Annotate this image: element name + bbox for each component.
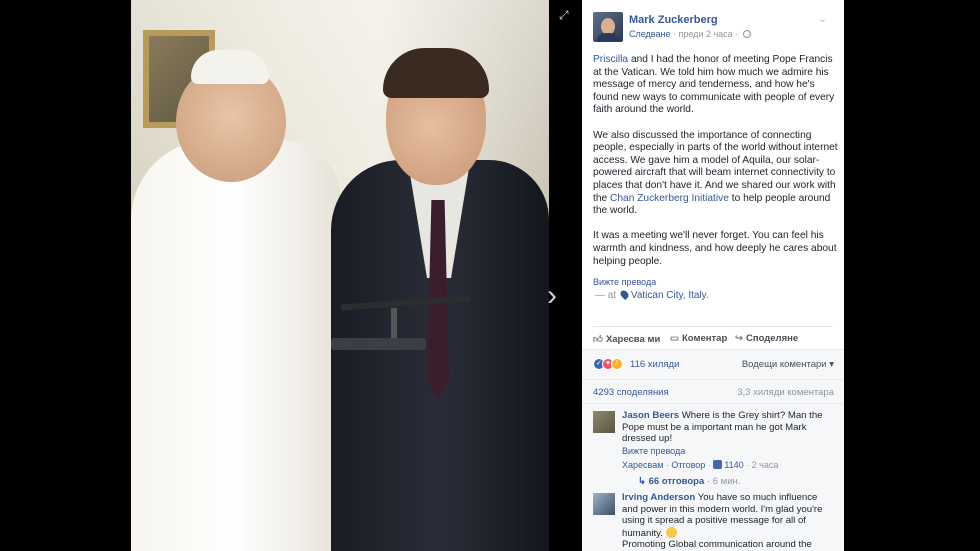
comment-avatar[interactable] bbox=[593, 493, 615, 515]
wow-reaction-icon: ! bbox=[611, 358, 623, 370]
post-header: Mark Zuckerberg Следване · преди 2 часа … bbox=[582, 0, 844, 48]
comment-avatar[interactable] bbox=[593, 411, 615, 433]
reaction-count[interactable]: 116 хиляди bbox=[630, 359, 679, 370]
expand-icon[interactable]: ⤢ bbox=[559, 9, 571, 21]
author-name[interactable]: Mark Zuckerberg bbox=[629, 14, 718, 26]
post-paragraph-2: We also discussed the importance of conn… bbox=[593, 130, 838, 218]
shares-count[interactable]: 4293 споделяния bbox=[593, 387, 669, 398]
shares-row: 4293 споделяния 3,3 хиляди коментара bbox=[582, 379, 844, 403]
comment-text-continued: Promoting Global communication around th… bbox=[622, 539, 821, 551]
post-panel: Mark Zuckerberg Следване · преди 2 часа … bbox=[582, 0, 844, 551]
post-timestamp[interactable]: преди 2 часа bbox=[679, 29, 733, 39]
scrollbar[interactable] bbox=[844, 0, 848, 551]
location-link[interactable]: Vatican City, Italy. bbox=[631, 290, 709, 301]
smile-emoji-icon bbox=[665, 526, 677, 538]
comment-button[interactable]: ▭ Коментар bbox=[670, 333, 727, 344]
tagged-user-link[interactable]: Priscilla bbox=[593, 54, 628, 65]
top-comments-label: Водещи коментари bbox=[741, 359, 827, 370]
globe-icon bbox=[742, 30, 751, 38]
aircraft-model bbox=[331, 295, 472, 350]
footer-separator: · bbox=[743, 460, 752, 470]
comment-like-count[interactable]: 1140 bbox=[724, 460, 743, 470]
commenter-name[interactable]: Irving Anderson bbox=[622, 492, 695, 503]
footer-separator: · bbox=[705, 460, 714, 470]
avatar[interactable] bbox=[593, 12, 623, 42]
czi-link[interactable]: Chan Zuckerberg Initiative bbox=[610, 193, 729, 204]
post-photo[interactable] bbox=[131, 0, 549, 551]
comments-count[interactable]: 3,3 хиляди коментара bbox=[737, 387, 834, 398]
commenter-name[interactable]: Jason Beers bbox=[622, 410, 679, 421]
post-paragraph-1: Priscilla and I had the honor of meeting… bbox=[593, 54, 838, 117]
meta-separator: · bbox=[735, 29, 741, 39]
replies-count: 66 отговора bbox=[648, 476, 705, 487]
post-text: Priscilla and I had the honor of meeting… bbox=[593, 54, 838, 281]
share-label: Споделяне bbox=[745, 333, 799, 344]
avatar-body bbox=[596, 33, 620, 42]
footer-separator: · bbox=[704, 476, 713, 487]
location-pin-icon bbox=[618, 288, 631, 301]
pope-cassock bbox=[131, 140, 341, 551]
comment-icon: ▭ bbox=[670, 333, 679, 344]
see-translation-link[interactable]: Вижте превода bbox=[593, 277, 656, 287]
aircraft-base bbox=[331, 338, 426, 350]
comment-like-button[interactable]: Харесвам bbox=[622, 460, 663, 470]
thumbs-up-icon: 👍︎ bbox=[593, 334, 603, 345]
reply-arrow-icon: ↳ bbox=[638, 476, 649, 487]
chevron-right-icon[interactable]: › bbox=[547, 276, 569, 316]
action-bar: 👍︎ Харесва ми ▭ Коментар ↪ Споделяне bbox=[593, 326, 833, 348]
comment-body: Jason Beers Where is the Grey shirt? Man… bbox=[622, 410, 827, 457]
share-button[interactable]: ↪ Споделяне bbox=[735, 333, 798, 344]
caret-down-icon: ▾ bbox=[826, 359, 834, 370]
chevron-down-icon[interactable]: ⌄ bbox=[818, 12, 827, 25]
follow-button[interactable]: Следване bbox=[629, 29, 670, 39]
top-comments-dropdown[interactable]: Водещи коментари ▾ bbox=[742, 359, 834, 370]
comment-time[interactable]: 2 часа bbox=[752, 460, 779, 470]
replies-time: 6 мин. bbox=[712, 476, 741, 487]
comment-body: Irving Anderson You have so much influen… bbox=[622, 492, 827, 551]
like-button[interactable]: 👍︎ Харесва ми bbox=[593, 333, 660, 345]
comment-item: Irving Anderson You have so much influen… bbox=[593, 490, 833, 551]
comments-list: Jason Beers Where is the Grey shirt? Man… bbox=[582, 403, 844, 551]
post-meta: Следване · преди 2 часа · bbox=[629, 29, 751, 39]
paragraph-text: and I had the honor of meeting Pope Fran… bbox=[593, 54, 835, 116]
view-replies-link[interactable]: ↳ 66 отговора · 6 мин. bbox=[638, 476, 740, 487]
reaction-icons[interactable]: ✓ ♥! bbox=[593, 358, 623, 370]
share-icon: ↪ bbox=[735, 333, 743, 344]
comment-see-translation[interactable]: Вижте превода bbox=[622, 446, 827, 458]
comment-label: Коментар bbox=[681, 333, 728, 344]
comment-like-icon bbox=[713, 460, 723, 469]
comment-item: Jason Beers Where is the Grey shirt? Man… bbox=[593, 408, 833, 488]
pope-zucchetto bbox=[191, 50, 269, 84]
location: — at Vatican City, Italy. bbox=[595, 288, 709, 301]
comment-footer: Харесвам · Отговор · 1140 · 2 часа bbox=[622, 460, 778, 470]
like-label: Харесва ми bbox=[605, 334, 661, 345]
reactions-summary: ✓ ♥! 116 хиляди Водещи коментари ▾ bbox=[582, 349, 844, 379]
comment-reply-button[interactable]: Отговор bbox=[671, 460, 705, 470]
location-prefix: — at bbox=[595, 290, 619, 301]
post-paragraph-3: It was a meeting we'll never forget. You… bbox=[593, 230, 837, 267]
